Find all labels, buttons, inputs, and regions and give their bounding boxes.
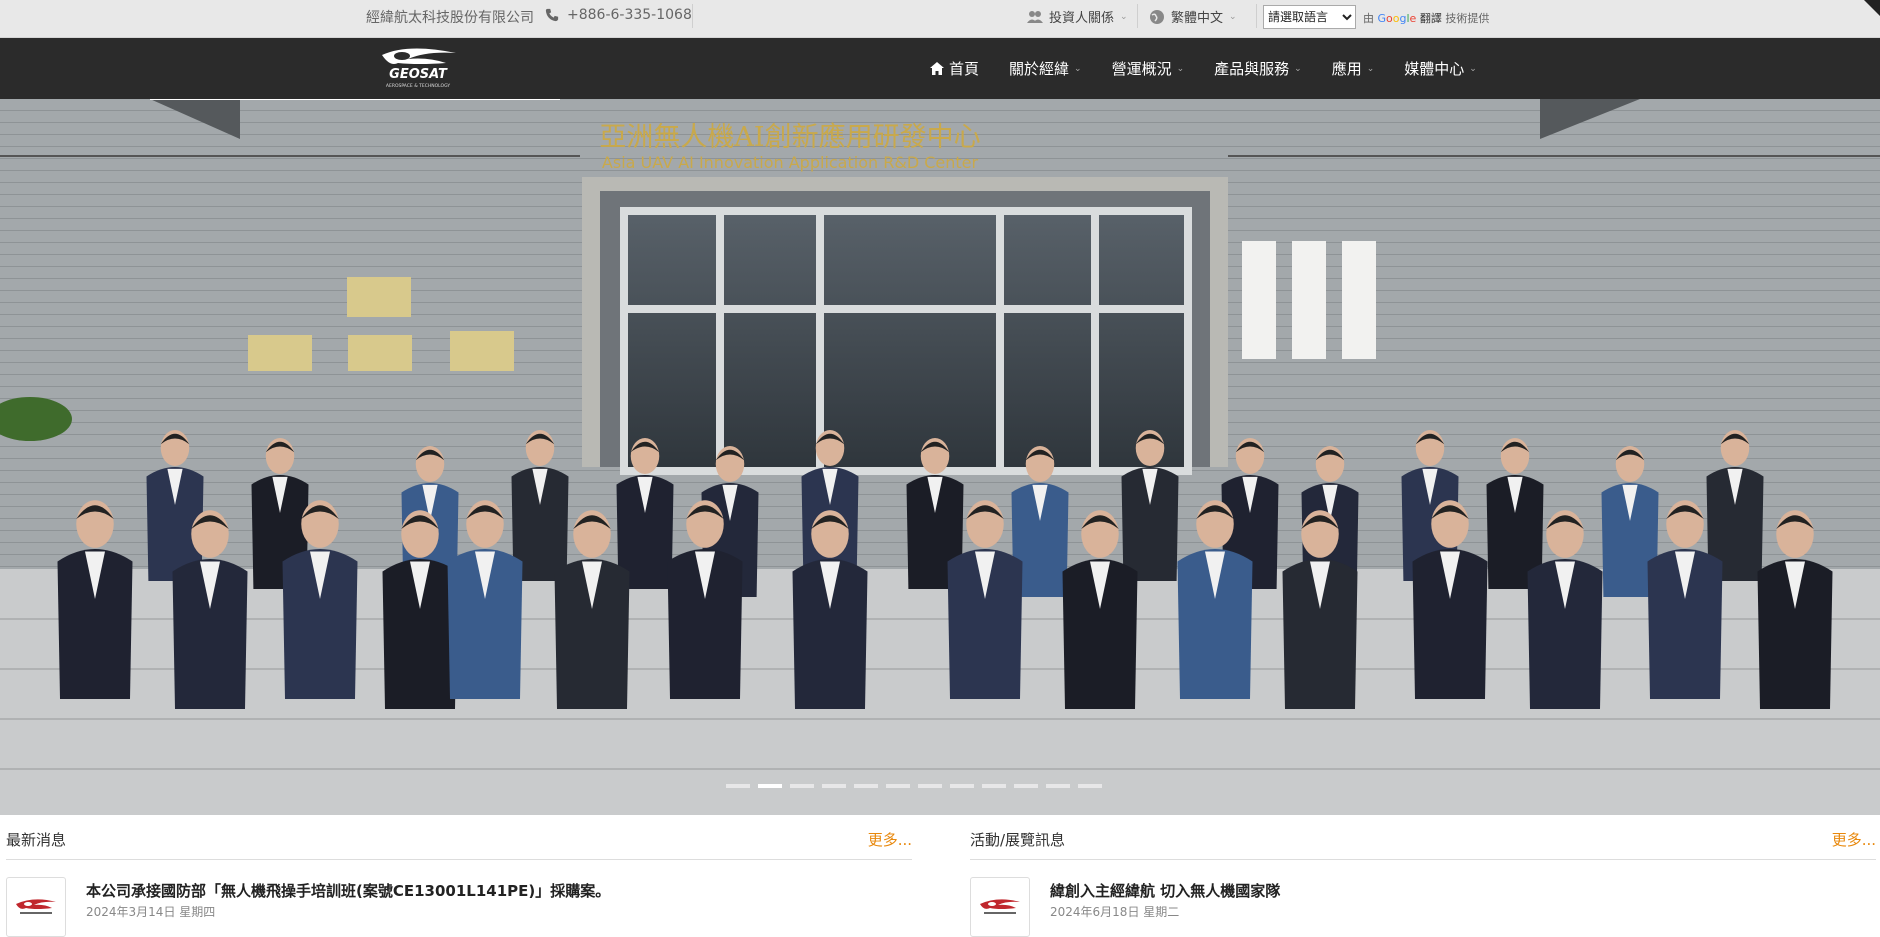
events-section: 活動/展覽訊息 更多... 緯創入主經緯航 切入無人機國家隊 2024年6月18… [970,815,1876,937]
carousel-dot[interactable] [1046,784,1070,788]
news-date: 2024年3月14日 星期四 [86,905,216,919]
more-link[interactable]: 更多... [1832,829,1876,850]
investor-relations-menu[interactable]: 投資人關係 ⌄ [1027,7,1128,26]
primary-nav: 首頁 關於經緯 ⌄ 營運概況 ⌄ 產品與服務 ⌄ 應用 ⌄ 媒體中心 ⌄ [930,38,1507,99]
nav-item-about[interactable]: 關於經緯 ⌄ [1009,58,1082,79]
globe-icon [1150,9,1164,24]
geosat-logo-icon [980,899,1020,914]
chevron-down-icon: ⌄ [1229,11,1237,22]
divider [1256,4,1257,28]
carousel-dot[interactable] [950,784,974,788]
home-icon [930,62,944,75]
translate-language-select[interactable]: 請選取語言 [1263,5,1356,29]
nav-item-operations[interactable]: 營運概況 ⌄ [1112,58,1185,79]
carousel-dot[interactable] [918,784,942,788]
investor-relations-label: 投資人關係 [1049,11,1115,26]
section-title: 活動/展覽訊息 [970,831,1066,849]
chevron-down-icon: ⌄ [1469,63,1477,74]
carousel-dot[interactable] [886,784,910,788]
chevron-down-icon: ⌄ [1366,63,1375,74]
language-label: 繁體中文 [1171,11,1224,26]
corner-fold [1864,0,1880,16]
top-utility-bar: 經緯航太科技股份有限公司 +886-6-335-1068 投資人關係 ⌄ 繁體中… [0,0,1880,38]
hero-photo: 亞洲無人機AI創新應用研發中心 Asia UAV AI Innovation A… [0,99,1880,815]
language-menu[interactable]: 繁體中文 ⌄ [1149,7,1237,26]
chevron-down-icon: ⌄ [1120,11,1128,22]
carousel-dot[interactable] [1014,784,1038,788]
carousel-dot[interactable] [790,784,814,788]
divider [1137,4,1138,28]
phone-icon [545,8,559,22]
more-link[interactable]: 更多... [868,829,912,850]
carousel-dot[interactable] [758,784,782,788]
users-icon [1027,10,1043,23]
carousel-dot[interactable] [822,784,846,788]
section-header: 活動/展覽訊息 更多... [970,815,1876,860]
section-header: 最新消息 更多... [6,815,912,860]
carousel-dot[interactable] [726,784,750,788]
event-thumbnail[interactable] [970,877,1030,937]
carousel-indicators [726,784,1102,788]
carousel-dot[interactable] [854,784,878,788]
section-title: 最新消息 [6,831,67,849]
geosat-logo-icon [16,899,56,914]
carousel-dot[interactable] [1078,784,1102,788]
news-item[interactable]: 本公司承接國防部「無人機飛操手培訓班(案號CE13001L141PE)」採購案。… [6,860,912,937]
google-logo[interactable]: Google [1378,12,1417,25]
svg-text:亞洲無人機AI創新應用研發中心: 亞洲無人機AI創新應用研發中心 [599,122,980,153]
phone-text: +886-6-335-1068 [567,7,692,23]
nav-item-products-services[interactable]: 產品與服務 ⌄ [1214,58,1302,79]
nav-item-media-center[interactable]: 媒體中心 ⌄ [1404,58,1477,79]
main-navbar: GEOSAT AEROSPACE & TECHNOLOGY 首頁 關於經緯 ⌄ 營… [0,38,1880,99]
news-thumbnail[interactable] [6,877,66,937]
chevron-down-icon: ⌄ [1294,63,1302,74]
nav-item-applications[interactable]: 應用 ⌄ [1332,58,1375,79]
hero-carousel[interactable]: 亞洲無人機AI創新應用研發中心 Asia UAV AI Innovation A… [0,99,1880,815]
event-headline[interactable]: 緯創入主經緯航 切入無人機國家隊 [1050,880,1280,901]
nav-item-home[interactable]: 首頁 [930,58,979,79]
chevron-down-icon: ⌄ [1074,63,1082,74]
news-headline[interactable]: 本公司承接國防部「無人機飛操手培訓班(案號CE13001L141PE)」採購案。 [86,880,610,901]
svg-text:AEROSPACE & TECHNOLOGY: AEROSPACE & TECHNOLOGY [386,83,450,89]
event-item[interactable]: 緯創入主經緯航 切入無人機國家隊 2024年6月18日 星期二 [970,860,1876,937]
google-translate-credit: 由 Google 翻譯 技術提供 [1363,12,1490,25]
svg-text:GEOSAT: GEOSAT [389,67,448,82]
geosat-logo[interactable]: GEOSAT AEROSPACE & TECHNOLOGY [368,43,468,93]
carousel-dot[interactable] [982,784,1006,788]
event-date: 2024年6月18日 星期二 [1050,905,1180,919]
chevron-down-icon: ⌄ [1176,63,1185,74]
divider [692,4,693,28]
latest-news-section: 最新消息 更多... 本公司承接國防部「無人機飛操手培訓班(案號CE13001L… [6,815,912,937]
svg-text:Asia UAV AI Innovation Applica: Asia UAV AI Innovation Application R&D C… [602,153,979,172]
phone-number: +886-6-335-1068 [545,7,692,23]
company-name: 經緯航太科技股份有限公司 [366,10,534,26]
